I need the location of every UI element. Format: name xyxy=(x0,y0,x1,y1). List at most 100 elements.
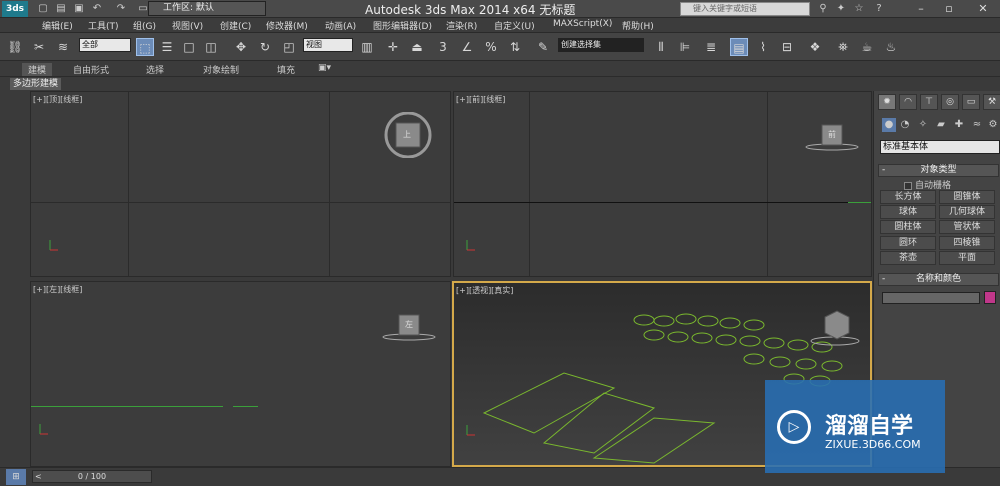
ribbon-tab-selection[interactable]: 选择 xyxy=(146,63,164,76)
close-button[interactable]: ✕ xyxy=(966,0,1000,17)
spinner-snap-icon[interactable]: ⇅ xyxy=(506,38,524,56)
time-slider[interactable]: <0 / 100 xyxy=(32,470,152,483)
geosphere-button[interactable]: 几何球体 xyxy=(939,205,995,219)
pivot-center-icon[interactable]: ▥ xyxy=(358,38,376,56)
category-select[interactable]: 标准基本体 xyxy=(880,140,1000,154)
rotate-icon[interactable]: ↻ xyxy=(256,38,274,56)
hierarchy-tab-icon[interactable]: ⊤ xyxy=(920,94,938,110)
cone-button[interactable]: 圆锥体 xyxy=(939,190,995,204)
undo-icon[interactable]: ↶ xyxy=(90,2,104,16)
workspace-select[interactable]: 工作区: 默认 xyxy=(148,1,266,16)
scale-icon[interactable]: ◰ xyxy=(280,38,298,56)
select-manipulate-icon[interactable]: ✛ xyxy=(384,38,402,56)
save-file-icon[interactable]: ▣ xyxy=(72,2,86,16)
viewcube[interactable] xyxy=(809,307,861,347)
schematic-view-icon[interactable]: ⊟ xyxy=(778,38,796,56)
shapes-icon[interactable]: ◔ xyxy=(898,118,912,132)
tube-button[interactable]: 管状体 xyxy=(939,220,995,234)
named-selection-select[interactable]: 创建选择集 xyxy=(558,38,644,52)
communication-center-icon[interactable]: ✦ xyxy=(834,2,848,16)
redo-icon[interactable]: ↷ xyxy=(114,2,128,16)
binoculars-icon[interactable]: ⚲ xyxy=(816,2,830,16)
systems-icon[interactable]: ⚙ xyxy=(986,118,1000,132)
rectangular-selection-icon[interactable]: □ xyxy=(180,38,198,56)
cylinder-button[interactable]: 圆柱体 xyxy=(880,220,936,234)
keyboard-shortcut-icon[interactable]: ⏏ xyxy=(408,38,426,56)
link-icon[interactable]: ⛓ xyxy=(6,38,24,56)
menu-views[interactable]: 视图(V) xyxy=(172,19,203,32)
ribbon-tab-populate[interactable]: 填充 xyxy=(277,63,295,76)
material-editor-icon[interactable]: ❖ xyxy=(806,38,824,56)
ribbon-tab-modeling[interactable]: 建模 xyxy=(22,63,53,76)
select-object-icon[interactable]: ⬚ xyxy=(136,38,154,56)
create-tab-icon[interactable]: ✹ xyxy=(878,94,896,110)
motion-tab-icon[interactable]: ◎ xyxy=(941,94,959,110)
box-button[interactable]: 长方体 xyxy=(880,190,936,204)
polygon-modeling-label[interactable]: 多边形建模 xyxy=(10,78,62,90)
menu-graph-editors[interactable]: 图形编辑器(D) xyxy=(373,19,432,32)
menu-maxscript[interactable]: MAXScript(X) xyxy=(553,19,612,29)
ribbon-options-icon[interactable]: ▣▾ xyxy=(318,63,331,73)
menu-modifiers[interactable]: 修改器(M) xyxy=(266,19,308,32)
menu-animation[interactable]: 动画(A) xyxy=(325,19,356,32)
viewcube[interactable]: 上 xyxy=(383,111,433,159)
torus-button[interactable]: 圆环 xyxy=(880,236,936,250)
help-search-input[interactable]: 键入关键字或短语 xyxy=(680,2,810,16)
edit-named-selection-icon[interactable]: ✎ xyxy=(534,38,552,56)
helpers-icon[interactable]: ✚ xyxy=(952,118,966,132)
reference-coord-select[interactable]: 视图 xyxy=(303,38,353,52)
viewport-label[interactable]: [+][顶][线框] xyxy=(33,94,82,105)
menu-customize[interactable]: 自定义(U) xyxy=(494,19,535,32)
menu-help[interactable]: 帮助(H) xyxy=(622,19,654,32)
help-icon[interactable]: ? xyxy=(872,2,886,16)
pyramid-button[interactable]: 四棱锥 xyxy=(939,236,995,250)
viewport-label[interactable]: [+][左][线框] xyxy=(33,284,82,295)
display-tab-icon[interactable]: ▭ xyxy=(962,94,980,110)
minimize-button[interactable]: – xyxy=(910,0,932,17)
menu-rendering[interactable]: 渲染(R) xyxy=(446,19,477,32)
object-color-swatch[interactable] xyxy=(984,291,996,304)
angle-snap-icon[interactable]: ∠ xyxy=(458,38,476,56)
align-icon[interactable]: ⊫ xyxy=(676,38,694,56)
maximize-button[interactable]: ▫ xyxy=(938,0,960,17)
window-crossing-icon[interactable]: ◫ xyxy=(202,38,220,56)
viewport-top[interactable]: [+][顶][线框] 上 xyxy=(30,91,451,277)
unlink-icon[interactable]: ✂ xyxy=(30,38,48,56)
viewport-left[interactable]: [+][左][线框] 左 xyxy=(30,281,451,467)
viewport-front[interactable]: [+][前][线框] 前 xyxy=(453,91,872,277)
viewcube[interactable]: 前 xyxy=(804,122,860,152)
new-file-icon[interactable]: ▢ xyxy=(36,2,50,16)
favorites-icon[interactable]: ☆ xyxy=(852,2,866,16)
object-name-input[interactable] xyxy=(882,292,980,304)
spacewarps-icon[interactable]: ≈ xyxy=(970,118,984,132)
lights-icon[interactable]: ✧ xyxy=(916,118,930,132)
curve-editor-icon[interactable]: ⌇ xyxy=(754,38,772,56)
percent-snap-icon[interactable]: % xyxy=(482,38,500,56)
open-file-icon[interactable]: ▤ xyxy=(54,2,68,16)
menu-tools[interactable]: 工具(T) xyxy=(88,19,119,32)
rollout-object-type[interactable]: - 对象类型 xyxy=(878,164,999,177)
trackbar-toggle-icon[interactable]: ⊞ xyxy=(6,469,26,485)
menu-create[interactable]: 创建(C) xyxy=(220,19,251,32)
render-setup-icon[interactable]: ⛯ xyxy=(834,38,852,56)
sphere-button[interactable]: 球体 xyxy=(880,205,936,219)
render-production-icon[interactable]: ♨ xyxy=(882,38,900,56)
layer-manager-icon[interactable]: ≣ xyxy=(702,38,720,56)
teapot-button[interactable]: 茶壶 xyxy=(880,251,936,265)
bind-spacewarp-icon[interactable]: ≋ xyxy=(54,38,72,56)
ribbon-tab-object-paint[interactable]: 对象绘制 xyxy=(203,63,239,76)
rollout-name-color[interactable]: - 名称和颜色 xyxy=(878,273,999,286)
selection-filter-select[interactable]: 全部 xyxy=(79,38,131,52)
viewport-label[interactable]: [+][前][线框] xyxy=(456,94,505,105)
menu-group[interactable]: 组(G) xyxy=(133,19,156,32)
utilities-tab-icon[interactable]: ⚒ xyxy=(983,94,1000,110)
rendered-frame-icon[interactable]: ☕ xyxy=(858,38,876,56)
app-logo-icon[interactable]: 3ds xyxy=(2,1,28,17)
select-by-name-icon[interactable]: ☰ xyxy=(158,38,176,56)
cameras-icon[interactable]: ▰ xyxy=(934,118,948,132)
plane-button[interactable]: 平面 xyxy=(939,251,995,265)
graphite-toggle-icon[interactable]: ▤ xyxy=(730,38,748,56)
mirror-icon[interactable]: ⫴ xyxy=(652,38,670,56)
ribbon-tab-freeform[interactable]: 自由形式 xyxy=(73,63,109,76)
geometry-icon[interactable]: ● xyxy=(882,118,896,132)
